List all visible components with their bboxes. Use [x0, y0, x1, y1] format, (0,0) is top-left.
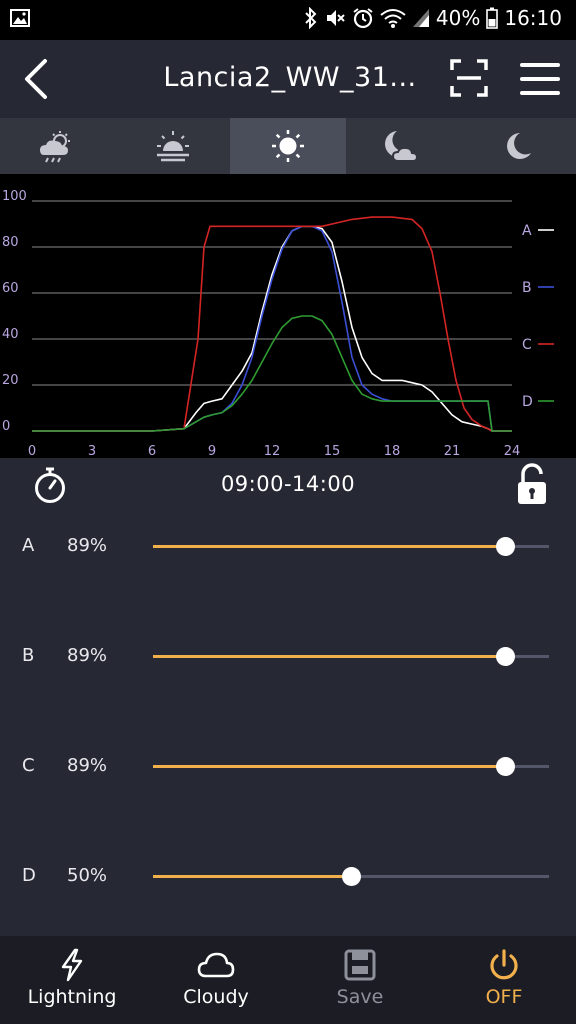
- chart-canvas: 0 20 40 60 80 100 0 3 6 9 12 15 18 21 24 A B C D: [2, 189, 554, 459]
- moon-icon: [507, 133, 532, 159]
- slider-fill: [153, 545, 506, 548]
- channel-c-slider[interactable]: [153, 757, 549, 776]
- sunrise-icon: [156, 131, 189, 162]
- slider-fill: [153, 655, 506, 658]
- back-button[interactable]: [18, 58, 58, 100]
- slider-fill: [153, 875, 351, 878]
- tab-sunrise[interactable]: [115, 118, 230, 174]
- channel-d-slider[interactable]: [153, 867, 549, 886]
- light-curve-chart: 0 20 40 60 80 100 0 3 6 9 12 15 18 21 24 A B C D: [0, 174, 576, 459]
- gallery-notification-icon: [10, 9, 30, 31]
- schedule-row: 09:00-14:00: [0, 458, 576, 514]
- slider-thumb[interactable]: [496, 757, 516, 776]
- nav-label: Cloudy: [183, 986, 249, 1008]
- hamburger-menu-icon: [520, 63, 560, 95]
- legend-label: C: [522, 337, 532, 353]
- x-tick-label: 24: [504, 444, 521, 458]
- channel-name: C: [22, 755, 35, 776]
- series-line-a: [32, 225, 512, 432]
- x-tick-label: 15: [324, 444, 341, 458]
- channel-name: A: [22, 535, 35, 556]
- lightning-icon: [61, 948, 83, 982]
- channel-name: D: [22, 865, 36, 886]
- legend-label: A: [522, 223, 532, 239]
- scan-button[interactable]: [449, 58, 489, 98]
- alarm-icon: [352, 7, 374, 29]
- cloud-sun-rain-icon: [39, 131, 70, 163]
- sun-icon: [272, 130, 304, 162]
- channel-name: B: [22, 645, 35, 666]
- time-range[interactable]: 09:00-14:00: [0, 472, 576, 496]
- channel-b-row: B 89%: [0, 636, 576, 676]
- tab-cloudy-rain[interactable]: [0, 118, 115, 174]
- save-icon: [344, 949, 376, 981]
- device-title: Lancia2_WW_31...: [163, 62, 417, 93]
- legend-label: B: [522, 280, 532, 296]
- slider-thumb[interactable]: [496, 537, 516, 556]
- channel-value: 89%: [67, 535, 108, 556]
- x-tick-label: 12: [264, 444, 281, 458]
- y-tick-label: 100: [2, 189, 27, 204]
- x-tick-label: 9: [208, 444, 216, 458]
- scan-icon: [450, 59, 488, 97]
- channel-a-row: A 89%: [0, 526, 576, 566]
- moon-cloud-icon: [385, 131, 419, 162]
- nav-label: Save: [336, 986, 384, 1008]
- cloudy-button[interactable]: Cloudy: [144, 936, 288, 1024]
- tab-night[interactable]: [461, 118, 576, 174]
- legend-label: D: [522, 394, 533, 410]
- y-tick-label: 40: [2, 327, 19, 342]
- power-icon: [490, 949, 518, 980]
- power-off-button[interactable]: OFF: [432, 936, 576, 1024]
- y-tick-label: 0: [2, 419, 10, 434]
- bottom-nav: Lightning Cloudy Save OFF: [0, 936, 576, 1024]
- signal-icon: [412, 8, 430, 28]
- x-tick-label: 18: [384, 444, 401, 458]
- status-time: 16:10: [504, 6, 562, 30]
- battery-icon: [486, 7, 499, 29]
- channel-d-row: D 50%: [0, 856, 576, 896]
- wifi-icon: [380, 7, 406, 29]
- series-line-d: [32, 315, 512, 432]
- y-tick-label: 60: [2, 281, 19, 296]
- menu-button[interactable]: [520, 62, 560, 96]
- channel-b-slider[interactable]: [153, 647, 549, 666]
- channel-c-row: C 89%: [0, 746, 576, 786]
- tab-daylight[interactable]: [230, 118, 346, 174]
- lightning-button[interactable]: Lightning: [0, 936, 144, 1024]
- slider-thumb[interactable]: [342, 867, 361, 886]
- header: Lancia2_WW_31...: [0, 40, 576, 118]
- slider-thumb[interactable]: [496, 647, 516, 666]
- battery-percentage: 40%: [435, 6, 481, 30]
- channel-value: 50%: [67, 865, 108, 886]
- status-bar: 40% 16:10: [0, 0, 576, 40]
- mute-icon: [324, 7, 346, 29]
- series-line-c: [32, 216, 512, 432]
- x-tick-label: 6: [148, 444, 156, 458]
- tab-evening[interactable]: [346, 118, 461, 174]
- nav-label: OFF: [485, 986, 523, 1008]
- x-tick-label: 3: [88, 444, 96, 458]
- y-tick-label: 20: [2, 373, 19, 388]
- cloud-icon: [197, 952, 235, 978]
- bluetooth-icon: [304, 7, 318, 29]
- nav-label: Lightning: [27, 986, 117, 1008]
- unlock-icon[interactable]: [514, 462, 550, 510]
- save-button[interactable]: Save: [288, 936, 432, 1024]
- slider-fill: [153, 765, 506, 768]
- back-arrow-icon: [25, 59, 47, 99]
- y-tick-label: 80: [2, 235, 19, 250]
- lighting-mode-tabs: [0, 118, 576, 174]
- x-tick-label: 21: [444, 444, 461, 458]
- x-tick-label: 0: [28, 444, 36, 458]
- channel-value: 89%: [67, 645, 108, 666]
- channel-value: 89%: [67, 755, 108, 776]
- channel-a-slider[interactable]: [153, 537, 549, 556]
